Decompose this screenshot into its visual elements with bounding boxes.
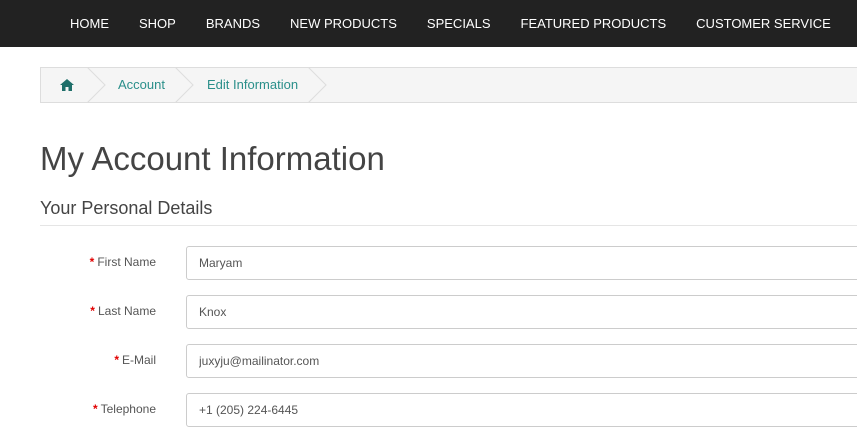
email-row: * E-Mail [0,344,857,378]
breadcrumb-account[interactable]: Account [118,68,165,102]
breadcrumb-separator [87,67,106,103]
top-navigation: HOME SHOP BRANDS NEW PRODUCTS SPECIALS F… [0,0,857,47]
nav-brands[interactable]: BRANDS [191,16,275,31]
breadcrumb-separator [175,67,194,103]
first-name-field[interactable] [186,246,857,280]
last-name-label: * Last Name [90,304,156,318]
email-label: * E-Mail [114,353,156,367]
breadcrumb-edit-information[interactable]: Edit Information [207,68,298,102]
breadcrumb-separator [308,67,327,103]
nav-home[interactable]: HOME [55,16,124,31]
first-name-label: * First Name [89,255,156,269]
telephone-label: * Telephone [92,402,156,416]
required-mark: * [92,402,98,416]
required-mark: * [114,353,119,367]
nav-shop[interactable]: SHOP [124,16,191,31]
nav-customer-service[interactable]: CUSTOMER SERVICE [681,16,846,31]
home-icon [60,79,74,91]
telephone-field[interactable] [186,393,857,427]
nav-specials[interactable]: SPECIALS [412,16,506,31]
section-heading: Your Personal Details [40,198,857,226]
breadcrumb: Account Edit Information [40,67,857,103]
nav-new-products[interactable]: NEW PRODUCTS [275,16,412,31]
page-title: My Account Information [40,140,385,177]
first-name-row: * First Name [0,246,857,280]
required-mark: * [89,255,95,269]
telephone-row: * Telephone [0,393,857,427]
required-mark: * [90,304,95,318]
email-field[interactable] [186,344,857,378]
last-name-row: * Last Name [0,295,857,329]
nav-featured-products[interactable]: FEATURED PRODUCTS [506,16,682,31]
last-name-field[interactable] [186,295,857,329]
